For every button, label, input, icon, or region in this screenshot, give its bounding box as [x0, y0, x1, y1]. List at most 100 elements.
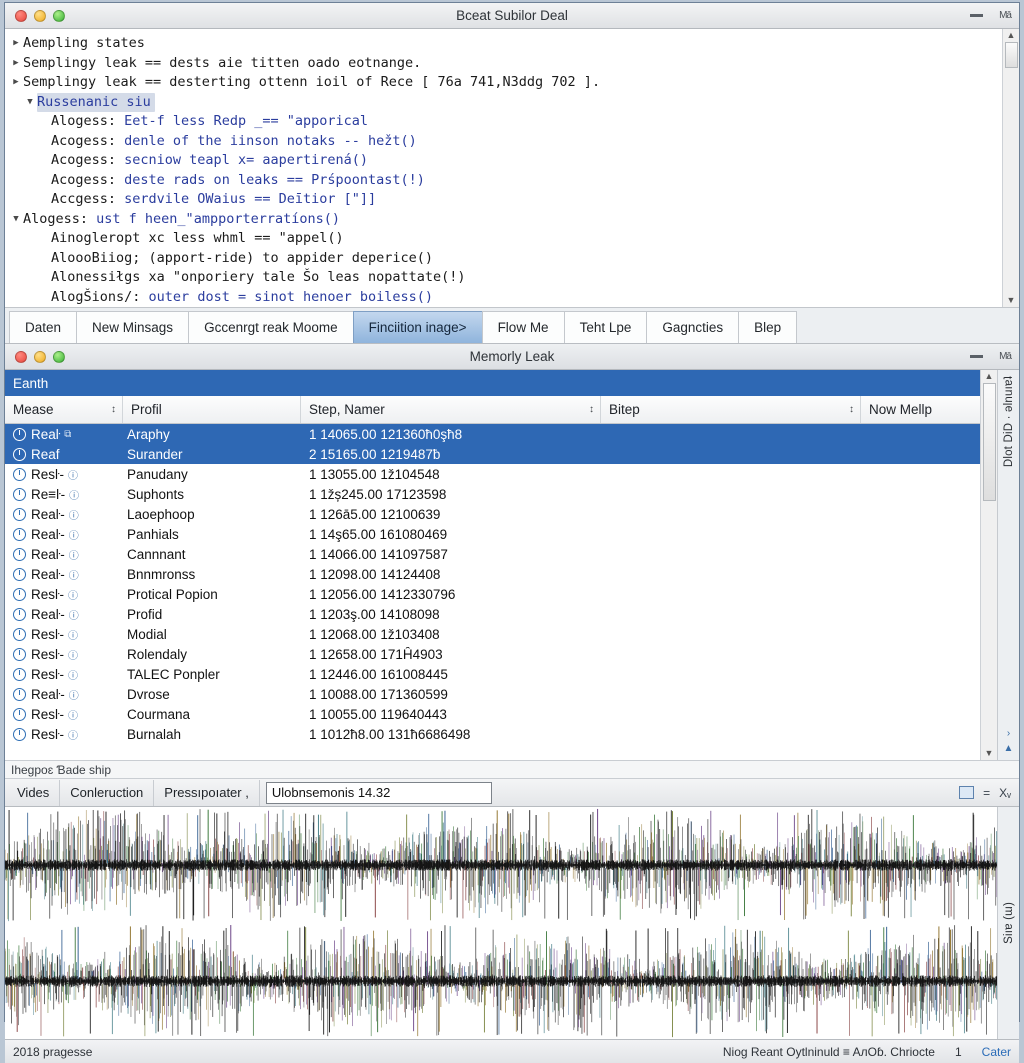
- table-scroll-thumb[interactable]: [982, 383, 996, 501]
- log-scrollbar[interactable]: ▲ ▼: [1002, 29, 1019, 307]
- close-button[interactable]: [15, 9, 27, 22]
- xs-label[interactable]: Xᵥ: [999, 786, 1011, 800]
- column-header-step-namer[interactable]: Step, Namer ↕: [301, 396, 601, 423]
- scroll-up-icon[interactable]: ▲: [1007, 31, 1016, 40]
- table-row[interactable]: Resŀ-ⓘ Protical Popion 1 12056.00 14123307…: [5, 584, 980, 604]
- cell-mease-label: Reaŀ-: [31, 526, 65, 542]
- waveform-plot[interactable]: [5, 807, 997, 1040]
- sort-icon[interactable]: ↕: [111, 404, 116, 415]
- twisty-expanded-icon[interactable]: ▼: [23, 93, 37, 113]
- tab-new-minsags[interactable]: New Minsags: [76, 311, 190, 343]
- cell-profil: Profid: [127, 606, 163, 622]
- log-line[interactable]: ▶Alogess: Eet-f less Redp _== "apporical: [9, 112, 1002, 132]
- minimize-icon[interactable]: [970, 14, 984, 17]
- log-line[interactable]: ▶Alonessiłgs xa "onporiery tale Šo leas …: [9, 268, 1002, 288]
- inner-close-button[interactable]: [15, 350, 27, 363]
- log-line[interactable]: ▶ Semplingy leak == desterting ottenn ioi…: [9, 73, 1002, 93]
- table-row[interactable]: Reaf Surander 2 15165.00 1219487ƀ: [5, 444, 980, 464]
- table-row[interactable]: Resŀ-ⓘ Rolendaly 1 12658.00 171Ĥ4903: [5, 644, 980, 664]
- table-row[interactable]: Resŀ-ⓘ TALEC Ponpler 1 12446.00 161008445: [5, 664, 980, 684]
- log-line-text: Alonessiłgs xa "onporiery tale Šo leas n…: [51, 269, 466, 285]
- log-line[interactable]: ▼ Russenanic siu: [9, 92, 1002, 113]
- column-header-mease[interactable]: Mease ↕: [5, 396, 123, 423]
- cell-step-namer: 1 12658.00 171Ĥ4903: [309, 646, 443, 662]
- log-line[interactable]: ▶Ainogleropt xc less whml == "appel(): [9, 229, 1002, 249]
- cell-profil: Surander: [127, 446, 183, 462]
- table-scrollbar[interactable]: ▲ ▼: [980, 370, 997, 760]
- inner-minimize-button[interactable]: [34, 350, 46, 363]
- log-line[interactable]: ▶Acogess: secniow teapl x= aapertirená(): [9, 151, 1002, 171]
- inner-maximize-icon[interactable]: Mā: [999, 351, 1012, 362]
- twisty-expanded-icon[interactable]: ▼: [9, 210, 23, 230]
- tab-gccenrgt-reak-moome[interactable]: Gccenrgt reak Moome: [188, 311, 354, 343]
- table-row[interactable]: Reaŀ-ⓘ Panhials 1 14ş65.00 161080469: [5, 524, 980, 544]
- tab-daten[interactable]: Daten: [9, 311, 78, 343]
- pin-icon[interactable]: ▲: [1004, 743, 1014, 754]
- toolbar-button-0[interactable]: Vides: [7, 779, 61, 806]
- column-header-bitep[interactable]: Bitep ↕: [601, 396, 861, 423]
- table-row[interactable]: Resŀ-ⓘ Courmana 1 10055.00 119640443: [5, 704, 980, 724]
- tab-blep[interactable]: Blep: [738, 311, 798, 343]
- log-line[interactable]: ▶Accgess: serdvile OWaius == Deītior ["]…: [9, 190, 1002, 210]
- log-line-list[interactable]: ▶ Aempling states ▶ Semplingy leak == dests…: [5, 29, 1002, 307]
- sort-icon[interactable]: ↕: [589, 404, 594, 415]
- log-line[interactable]: ▶ Aempling states: [9, 34, 1002, 54]
- status-link[interactable]: Cater: [982, 1045, 1011, 1059]
- cell-mease: Reaŀ-ⓘ: [5, 567, 123, 582]
- twisty-collapsed-icon[interactable]: ▶: [9, 54, 23, 74]
- sort-icon[interactable]: ↕: [849, 404, 854, 415]
- cell-mease-label: Reaŀ: [31, 426, 61, 442]
- cell-step-namer: 1 126ā5.00 12100639: [309, 506, 441, 522]
- tab-gagncties[interactable]: Gagncties: [646, 311, 740, 343]
- minimize-button[interactable]: [34, 9, 46, 22]
- twisty-collapsed-icon[interactable]: ▶: [9, 73, 23, 93]
- tab-flow-me[interactable]: Flow Me: [481, 311, 565, 343]
- table-row[interactable]: Reaŀ-ⓘ Laoephoop 1 126ā5.00 12100639: [5, 504, 980, 524]
- status-right-group: Nioɡ Reant Oytlninuld ≡ AлOɓ. Chriocte 1…: [723, 1045, 1011, 1059]
- table-row[interactable]: Reaŀ-ⓘ Cannnant 1 14066.00 141097587: [5, 544, 980, 564]
- table-scroll-up-icon[interactable]: ▲: [985, 372, 994, 381]
- table-row[interactable]: Reaŀ-ⓘ Bnnmronss 1 12098.00 14124408: [5, 564, 980, 584]
- scroll-thumb[interactable]: [1004, 42, 1018, 68]
- inner-maximize-button[interactable]: [53, 350, 65, 363]
- table-row[interactable]: Resŀ-ⓘ Burnalah 1 1012ħ8.00 131ħ6686498: [5, 724, 980, 744]
- table-row[interactable]: Resŀ-ⓘ Panudany 1 13055.00 1ž104548: [5, 464, 980, 484]
- tab-teht-lpe[interactable]: Teht Lpe: [563, 311, 648, 343]
- scroll-down-icon[interactable]: ▼: [1007, 296, 1016, 305]
- inner-minimize-icon[interactable]: [970, 355, 984, 358]
- tab-finciition-inage[interactable]: Finciition inage>: [352, 311, 483, 343]
- row-badge-icon: ⓘ: [68, 710, 79, 722]
- main-window: Bceat Subilor Deal Mā ▶ Aempling states ▶ S…: [4, 2, 1020, 1063]
- log-line[interactable]: ▶ Semplingy leak == dests aie titten oado…: [9, 54, 1002, 74]
- maximize-icon[interactable]: Mā: [999, 10, 1012, 21]
- table-row-list[interactable]: Reaŀ ⧉ Araphy 1 14065.00 121360ħ0şħ8 Reaf Sur…: [5, 424, 980, 760]
- toolbar-button-1[interactable]: Conleruction: [60, 779, 155, 806]
- log-line[interactable]: ▼ Alogess: ust f heen_"ampporterratíons(): [9, 210, 1002, 230]
- column-header-now-mellp[interactable]: Now Mellp: [861, 396, 991, 423]
- log-line-text: Alogess: Eet-f less Redp _== "apporical: [51, 113, 368, 129]
- toolbar-button-2[interactable]: Pressıpoıater ,: [154, 779, 260, 806]
- status-circle-icon: [13, 447, 26, 461]
- log-line[interactable]: ▶AlogŠions/: outer dost = sinot henoer b…: [9, 288, 1002, 308]
- maximize-button[interactable]: [53, 9, 65, 22]
- table-row[interactable]: Reaŀ ⧉ Araphy 1 14065.00 121360ħ0şħ8: [5, 424, 980, 444]
- table-row[interactable]: Reaŀ-ⓘ Profid 1 1203ş.00 14108098: [5, 604, 980, 624]
- window-titlebar: Bceat Subilor Deal Mā: [5, 3, 1019, 29]
- side-rail-icons[interactable]: › ▲: [1004, 728, 1014, 754]
- search-input[interactable]: Ulobnsemonis 14.32: [265, 781, 492, 804]
- cell-mease-label: Resŀ-: [31, 466, 65, 482]
- table-row[interactable]: Reaŀ-ⓘ Dvrose 1 10088.00 171360599: [5, 684, 980, 704]
- table-row[interactable]: Re≡ŀ-ⓘ Suphonts 1 1žș245.00 17123598: [5, 484, 980, 504]
- cell-mease: Reaŀ ⧉: [5, 427, 123, 442]
- table-scroll-down-icon[interactable]: ▼: [985, 749, 994, 758]
- row-badge-icon: ⓘ: [68, 550, 79, 562]
- table-row[interactable]: Resŀ-ⓘ Modial 1 12068.00 1ž103408: [5, 624, 980, 644]
- log-line[interactable]: ▶Acogess: deste rads on leaks == Prśpoon…: [9, 171, 1002, 191]
- chart-icon[interactable]: [959, 786, 975, 799]
- log-line[interactable]: ▶Acogess: denle of the iinson notaks -- …: [9, 132, 1002, 152]
- collapse-icon[interactable]: ›: [1007, 728, 1010, 739]
- column-header-profil[interactable]: Profil: [123, 396, 301, 423]
- cell-step-namer: 1 10055.00 119640443: [309, 706, 447, 722]
- twisty-collapsed-icon[interactable]: ▶: [9, 34, 23, 54]
- log-line[interactable]: ▶AloooBiiog; (apport-ride) to appider de…: [9, 249, 1002, 269]
